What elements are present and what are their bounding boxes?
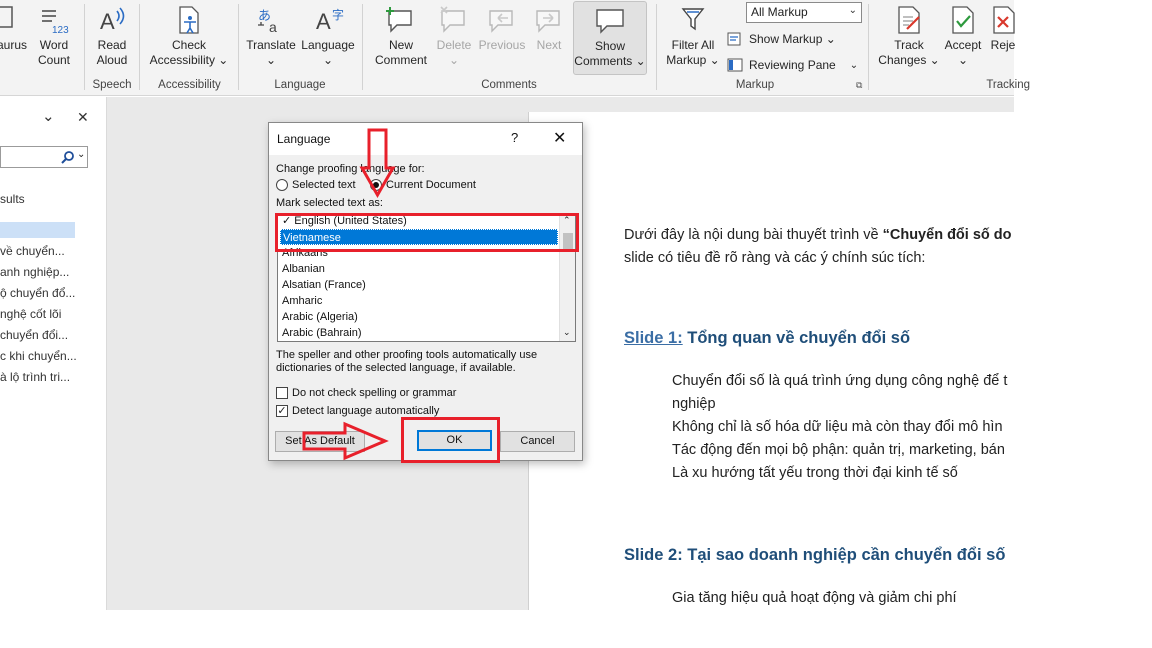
word-window: aurus 123 Word Count A Read Aloud Speech bbox=[0, 0, 1152, 648]
annotation-down-arrow-icon bbox=[359, 128, 396, 199]
annotation-right-arrow-icon bbox=[302, 421, 389, 461]
annotation-arrows bbox=[302, 128, 396, 461]
